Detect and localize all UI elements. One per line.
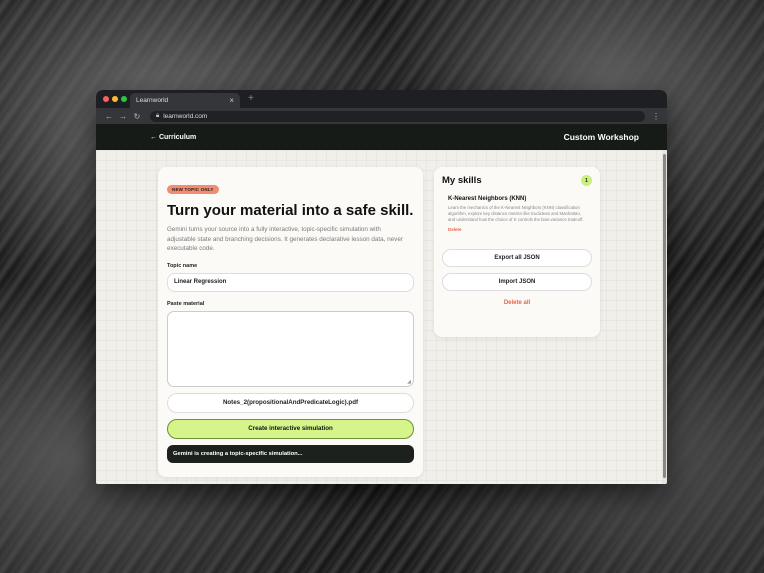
headline: Turn your material into a safe skill.	[167, 202, 414, 219]
export-json-button[interactable]: Export all JSON	[442, 249, 592, 267]
back-to-curriculum-link[interactable]: ← Curriculum	[150, 134, 196, 141]
import-json-button[interactable]: Import JSON	[442, 273, 592, 291]
skill-description: Learn the mechanics of the K-Nearest Nei…	[448, 205, 584, 222]
file-upload-button[interactable]: Notes_2(propositionalAndPredicateLogic).…	[167, 392, 414, 413]
main-content: NEW TOPIC ONLY Turn your material into a…	[96, 150, 662, 484]
skill-delete-button[interactable]: Delete	[448, 227, 586, 232]
address-bar[interactable]: 🔒︎ learnworld.com	[150, 110, 645, 122]
tab-title: Learnworld	[136, 97, 169, 104]
browser-toolbar: ← → ↻ 🔒︎ learnworld.com ⋮	[96, 108, 667, 124]
page-title: Custom Workshop	[563, 132, 639, 142]
browser-titlebar: Learnworld × +	[96, 90, 667, 108]
lock-icon: 🔒︎	[156, 112, 160, 119]
app-header: ← Curriculum Custom Workshop	[96, 124, 667, 150]
status-message: Gemini is creating a topic-specific simu…	[167, 444, 414, 463]
browser-window: Learnworld × + ← → ↻ 🔒︎ learnworld.com ⋮…	[96, 90, 667, 484]
paste-material-textarea[interactable]: ◢	[167, 310, 414, 387]
back-arrow-icon[interactable]: ←	[102, 112, 116, 121]
reload-icon[interactable]: ↻	[130, 112, 144, 121]
new-topic-badge: NEW TOPIC ONLY	[167, 185, 219, 194]
my-skills-card: My skills 1 K-Nearest Neighbors (KNN) Le…	[434, 167, 600, 337]
topic-name-input[interactable]: Linear Regression	[167, 272, 414, 292]
tab-close-icon[interactable]: ×	[229, 96, 234, 105]
minimize-window-icon[interactable]	[112, 96, 118, 102]
close-window-icon[interactable]	[103, 96, 109, 102]
url-text: learnworld.com	[163, 112, 208, 120]
paste-material-label: Paste material	[167, 300, 205, 307]
page-scrollbar[interactable]	[662, 150, 667, 484]
skill-item: K-Nearest Neighbors (KNN) Learn the mech…	[442, 196, 592, 232]
maximize-window-icon[interactable]	[121, 96, 127, 102]
scrollbar-thumb[interactable]	[663, 154, 666, 478]
forward-arrow-icon[interactable]: →	[116, 112, 130, 121]
new-tab-icon[interactable]: +	[248, 93, 254, 104]
browser-tab[interactable]: Learnworld ×	[130, 93, 240, 108]
delete-all-button[interactable]: Delete all	[442, 300, 592, 306]
skills-title: My skills	[442, 175, 482, 186]
resize-grip-icon[interactable]: ◢	[407, 379, 411, 385]
skill-name[interactable]: K-Nearest Neighbors (KNN)	[448, 196, 586, 202]
skills-header: My skills 1	[442, 175, 592, 186]
menu-icon[interactable]: ⋮	[651, 112, 661, 121]
skills-count-badge: 1	[581, 175, 592, 186]
topic-name-label: Topic name	[167, 262, 198, 269]
create-simulation-button[interactable]: Create interactive simulation	[167, 418, 414, 439]
description: Gemini turns your source into a fully in…	[167, 226, 403, 252]
create-skill-card: NEW TOPIC ONLY Turn your material into a…	[158, 167, 423, 477]
